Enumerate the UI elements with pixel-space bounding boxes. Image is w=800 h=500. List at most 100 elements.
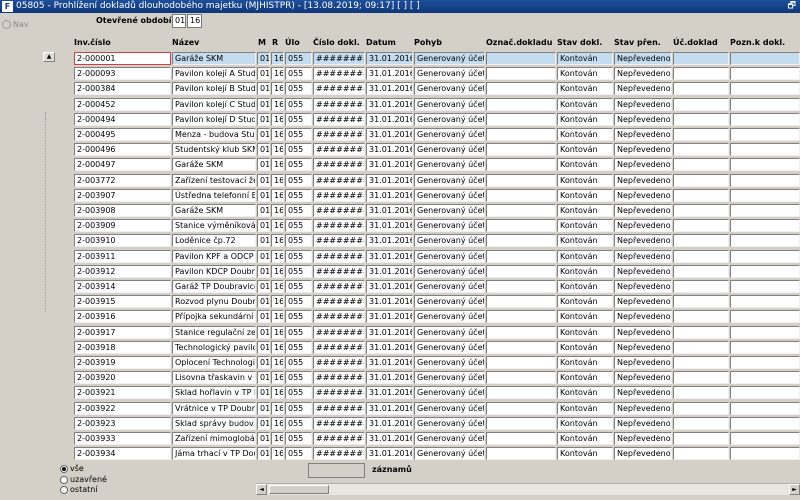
cell-movement[interactable]: Generovaný účetn: [414, 310, 485, 324]
cell-date[interactable]: 31.01.2016 2: [366, 325, 413, 339]
cell-year[interactable]: 16: [271, 371, 284, 385]
cell-date[interactable]: 31.01.2016 2: [366, 310, 413, 324]
cell-inv-number[interactable]: 2-000452: [74, 97, 171, 111]
cell-doc-status[interactable]: Kontován: [557, 219, 613, 233]
cell-year[interactable]: 16: [271, 280, 284, 293]
cell-inv-number[interactable]: 2-003921: [74, 386, 171, 400]
cell-doc-note[interactable]: [730, 67, 800, 81]
cell-task[interactable]: 055: [285, 264, 312, 278]
cell-doc-status[interactable]: Kontován: [557, 340, 613, 354]
cell-doc-note[interactable]: [730, 97, 800, 111]
cell-doc-note[interactable]: [730, 52, 800, 65]
cell-date[interactable]: 31.01.2016 2: [366, 264, 413, 278]
cell-name[interactable]: Vrátnice v TP Doubra: [172, 401, 256, 415]
cell-movement[interactable]: Generovaný účetn: [414, 249, 485, 263]
cell-doc-note[interactable]: [730, 295, 800, 309]
cell-month[interactable]: 01: [257, 280, 270, 293]
cell-doc-number[interactable]: ##########: [313, 97, 365, 111]
cell-accounting-doc[interactable]: [673, 280, 729, 293]
cell-transfer-status[interactable]: Nepřevedeno: [614, 280, 672, 293]
cell-date[interactable]: 31.01.2016 2: [366, 204, 413, 217]
cell-movement[interactable]: Generovaný účetn: [414, 432, 485, 445]
cell-task[interactable]: 055: [285, 310, 312, 324]
cell-year[interactable]: 16: [271, 295, 284, 309]
cell-doc-mark[interactable]: [486, 371, 556, 385]
cell-inv-number[interactable]: 2-003909: [74, 219, 171, 233]
cell-task[interactable]: 055: [285, 401, 312, 415]
cell-doc-mark[interactable]: [486, 67, 556, 81]
cell-doc-number[interactable]: ##########: [313, 356, 365, 369]
cell-doc-status[interactable]: Kontován: [557, 295, 613, 309]
cell-month[interactable]: 01: [257, 371, 270, 385]
cell-year[interactable]: 16: [271, 310, 284, 324]
cell-doc-mark[interactable]: [486, 416, 556, 430]
cell-year[interactable]: 16: [271, 356, 284, 369]
cell-doc-note[interactable]: [730, 432, 800, 445]
cell-doc-status[interactable]: Kontován: [557, 249, 613, 263]
cell-month[interactable]: 01: [257, 432, 270, 445]
cell-inv-number[interactable]: 2-003911: [74, 249, 171, 263]
cell-inv-number[interactable]: 2-003934: [74, 447, 171, 461]
cell-name[interactable]: Garáže SKM: [172, 204, 256, 217]
cell-month[interactable]: 01: [257, 416, 270, 430]
cell-name[interactable]: Studentský klub SKM: [172, 143, 256, 157]
cell-doc-status[interactable]: Kontován: [557, 386, 613, 400]
cell-doc-number[interactable]: ##########: [313, 219, 365, 233]
cell-task[interactable]: 055: [285, 52, 312, 65]
cell-accounting-doc[interactable]: [673, 432, 729, 445]
cell-doc-number[interactable]: ##########: [313, 310, 365, 324]
cell-date[interactable]: 31.01.2016 2: [366, 401, 413, 415]
cell-movement[interactable]: Generovaný účetn: [414, 401, 485, 415]
cell-doc-status[interactable]: Kontován: [557, 82, 613, 96]
cell-accounting-doc[interactable]: [673, 97, 729, 111]
cell-doc-mark[interactable]: [486, 188, 556, 202]
cell-transfer-status[interactable]: Nepřevedeno: [614, 82, 672, 96]
period-month-field[interactable]: 01: [172, 14, 186, 28]
cell-month[interactable]: 01: [257, 401, 270, 415]
cell-name[interactable]: Pavilon KPF a ODCP: [172, 249, 256, 263]
cell-accounting-doc[interactable]: [673, 234, 729, 248]
cell-month[interactable]: 01: [257, 340, 270, 354]
cell-month[interactable]: 01: [257, 52, 270, 65]
cell-doc-number[interactable]: ##########: [313, 143, 365, 157]
cell-date[interactable]: 31.01.2016 2: [366, 143, 413, 157]
cell-year[interactable]: 16: [271, 325, 284, 339]
cell-year[interactable]: 16: [271, 97, 284, 111]
table-row[interactable]: 2-003908Garáže SKM0116055##########31.01…: [0, 204, 800, 218]
cell-doc-mark[interactable]: [486, 325, 556, 339]
cell-inv-number[interactable]: 2-003922: [74, 401, 171, 415]
cell-month[interactable]: 01: [257, 143, 270, 157]
cell-accounting-doc[interactable]: [673, 340, 729, 354]
cell-accounting-doc[interactable]: [673, 447, 729, 461]
cell-year[interactable]: 16: [271, 401, 284, 415]
cell-movement[interactable]: Generovaný účetn: [414, 97, 485, 111]
cell-inv-number[interactable]: 2-003912: [74, 264, 171, 278]
restore-window-icon[interactable]: 🗗: [788, 0, 796, 13]
cell-name[interactable]: Ústředna telefonní Er: [172, 188, 256, 202]
cell-inv-number[interactable]: 2-003915: [74, 295, 171, 309]
cell-month[interactable]: 01: [257, 158, 270, 172]
cell-doc-mark[interactable]: [486, 219, 556, 233]
cell-year[interactable]: 16: [271, 188, 284, 202]
cell-movement[interactable]: Generovaný účetn: [414, 143, 485, 157]
cell-date[interactable]: 31.01.2016 2: [366, 67, 413, 81]
cell-doc-mark[interactable]: [486, 52, 556, 65]
cell-inv-number[interactable]: 2-003907: [74, 188, 171, 202]
table-row[interactable]: 2-000384 Pavilon kolejí B Stude 01 16 055 ###…: [0, 82, 800, 96]
cell-movement[interactable]: Generovaný účetn: [414, 204, 485, 217]
cell-movement[interactable]: Generovaný účetn: [414, 340, 485, 354]
scroll-track[interactable]: [45, 112, 54, 312]
cell-name[interactable]: Sklad správy budov: [172, 416, 256, 430]
horizontal-scrollbar[interactable]: ◄ ►: [256, 483, 800, 495]
cell-transfer-status[interactable]: Nepřevedeno: [614, 204, 672, 217]
cell-movement[interactable]: Generovaný účetn: [414, 219, 485, 233]
cell-inv-number[interactable]: 2-003908: [74, 204, 171, 217]
table-row[interactable]: 2-000001Garáže SKM0116055##########31.01…: [0, 52, 800, 66]
table-row[interactable]: 2-000495 Menza - budova Stud 01 16 055 ######…: [0, 128, 800, 142]
cell-month[interactable]: 01: [257, 188, 270, 202]
cell-accounting-doc[interactable]: [673, 82, 729, 96]
cell-date[interactable]: 31.01.2016 2: [366, 173, 413, 187]
cell-task[interactable]: 055: [285, 158, 312, 172]
cell-transfer-status[interactable]: Nepřevedeno: [614, 264, 672, 278]
cell-transfer-status[interactable]: Nepřevedeno: [614, 112, 672, 126]
